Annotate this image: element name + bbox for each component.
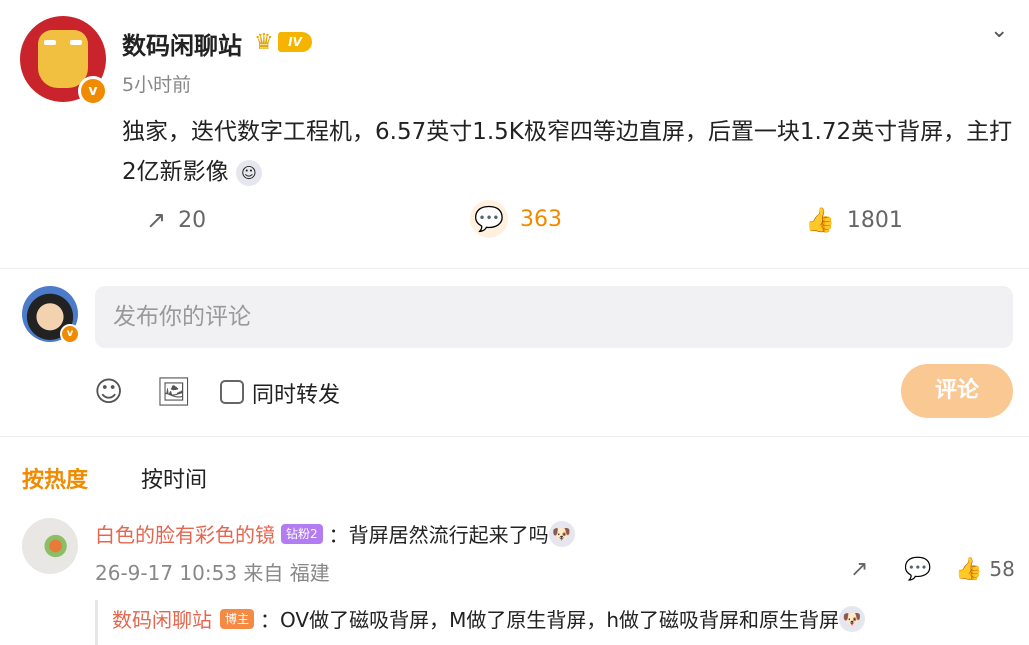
comment-source: 来自 福建 — [243, 561, 330, 585]
emoji-icon: 🐶 — [548, 520, 575, 547]
commenter-name[interactable]: 白色的脸有彩色的镜 — [95, 519, 275, 548]
divider-2 — [0, 436, 1029, 437]
reply-indent-bar — [95, 600, 98, 645]
verified-badge-small: v — [60, 324, 80, 344]
forward-checkbox[interactable] — [220, 380, 244, 404]
comment-like-count: 58 — [989, 557, 1015, 581]
reply-author-name[interactable]: 数码闲聊站 — [112, 604, 212, 633]
comment-meta: 26-9-17 10:53 来自 福建 — [95, 557, 330, 586]
fan-badge: 钻粉2 — [281, 523, 323, 544]
emoji-icon: ☺ — [235, 159, 262, 186]
commenter-avatar[interactable] — [22, 518, 78, 574]
chevron-down-icon[interactable]: ⌄ — [990, 18, 1008, 43]
comment-repost-icon[interactable]: ↗ — [850, 557, 868, 582]
emoji-icon: 🐶 — [839, 605, 866, 632]
reply-text: ：OV做了磁吸背屏，M做了原生背屏，h做了磁吸背屏和原生背屏 — [260, 608, 840, 632]
tab-sort-time[interactable]: 按时间 — [141, 462, 207, 494]
crown-icon: ♛ — [254, 30, 274, 55]
verified-badge: v — [78, 76, 108, 106]
comment-like-button[interactable]: 👍 58 — [955, 557, 1015, 582]
comment-input[interactable]: 发布你的评论 — [95, 286, 1013, 348]
host-badge: 博主 — [220, 608, 255, 629]
comment-date: 26-9-17 10:53 — [95, 561, 238, 585]
divider — [0, 268, 1029, 269]
like-count: 1801 — [846, 207, 903, 233]
level-badge: IV — [278, 32, 312, 52]
emoji-picker-icon[interactable]: ☺ — [94, 375, 123, 408]
tab-sort-hot[interactable]: 按热度 — [22, 462, 88, 494]
comment-button[interactable]: 💬 363 — [470, 200, 562, 238]
repost-count: 20 — [178, 207, 207, 233]
post-text: 独家，迭代数字工程机，6.57英寸1.5K极窄四等边直屏，后置一块1.72英寸背… — [122, 112, 1022, 192]
post-time: 5小时前 — [122, 74, 192, 96]
comment-icon: 💬 — [470, 200, 508, 238]
repost-icon: ↗ — [146, 206, 167, 234]
repost-button[interactable]: ↗ 20 — [146, 206, 206, 234]
forward-label[interactable]: 同时转发 — [252, 377, 340, 409]
author-name[interactable]: 数码闲聊站 — [122, 26, 242, 61]
like-icon: 👍 — [955, 557, 983, 582]
reply-line: 数码闲聊站 博主 ：OV做了磁吸背屏，M做了原生背屏，h做了磁吸背屏和原生背屏 … — [112, 604, 866, 633]
like-button[interactable]: 👍 1801 — [805, 206, 903, 234]
image-icon[interactable]: 🖼 — [156, 375, 192, 408]
submit-comment-button[interactable]: 评论 — [901, 364, 1013, 418]
comment-count: 363 — [520, 206, 562, 232]
comment-reply-icon[interactable]: 💬 — [904, 557, 931, 582]
comment-line: 白色的脸有彩色的镜 钻粉2 ：背屏居然流行起来了吗 🐶 — [95, 519, 575, 548]
like-icon: 👍 — [805, 206, 835, 234]
comment-text: ：背屏居然流行起来了吗 — [328, 523, 549, 547]
